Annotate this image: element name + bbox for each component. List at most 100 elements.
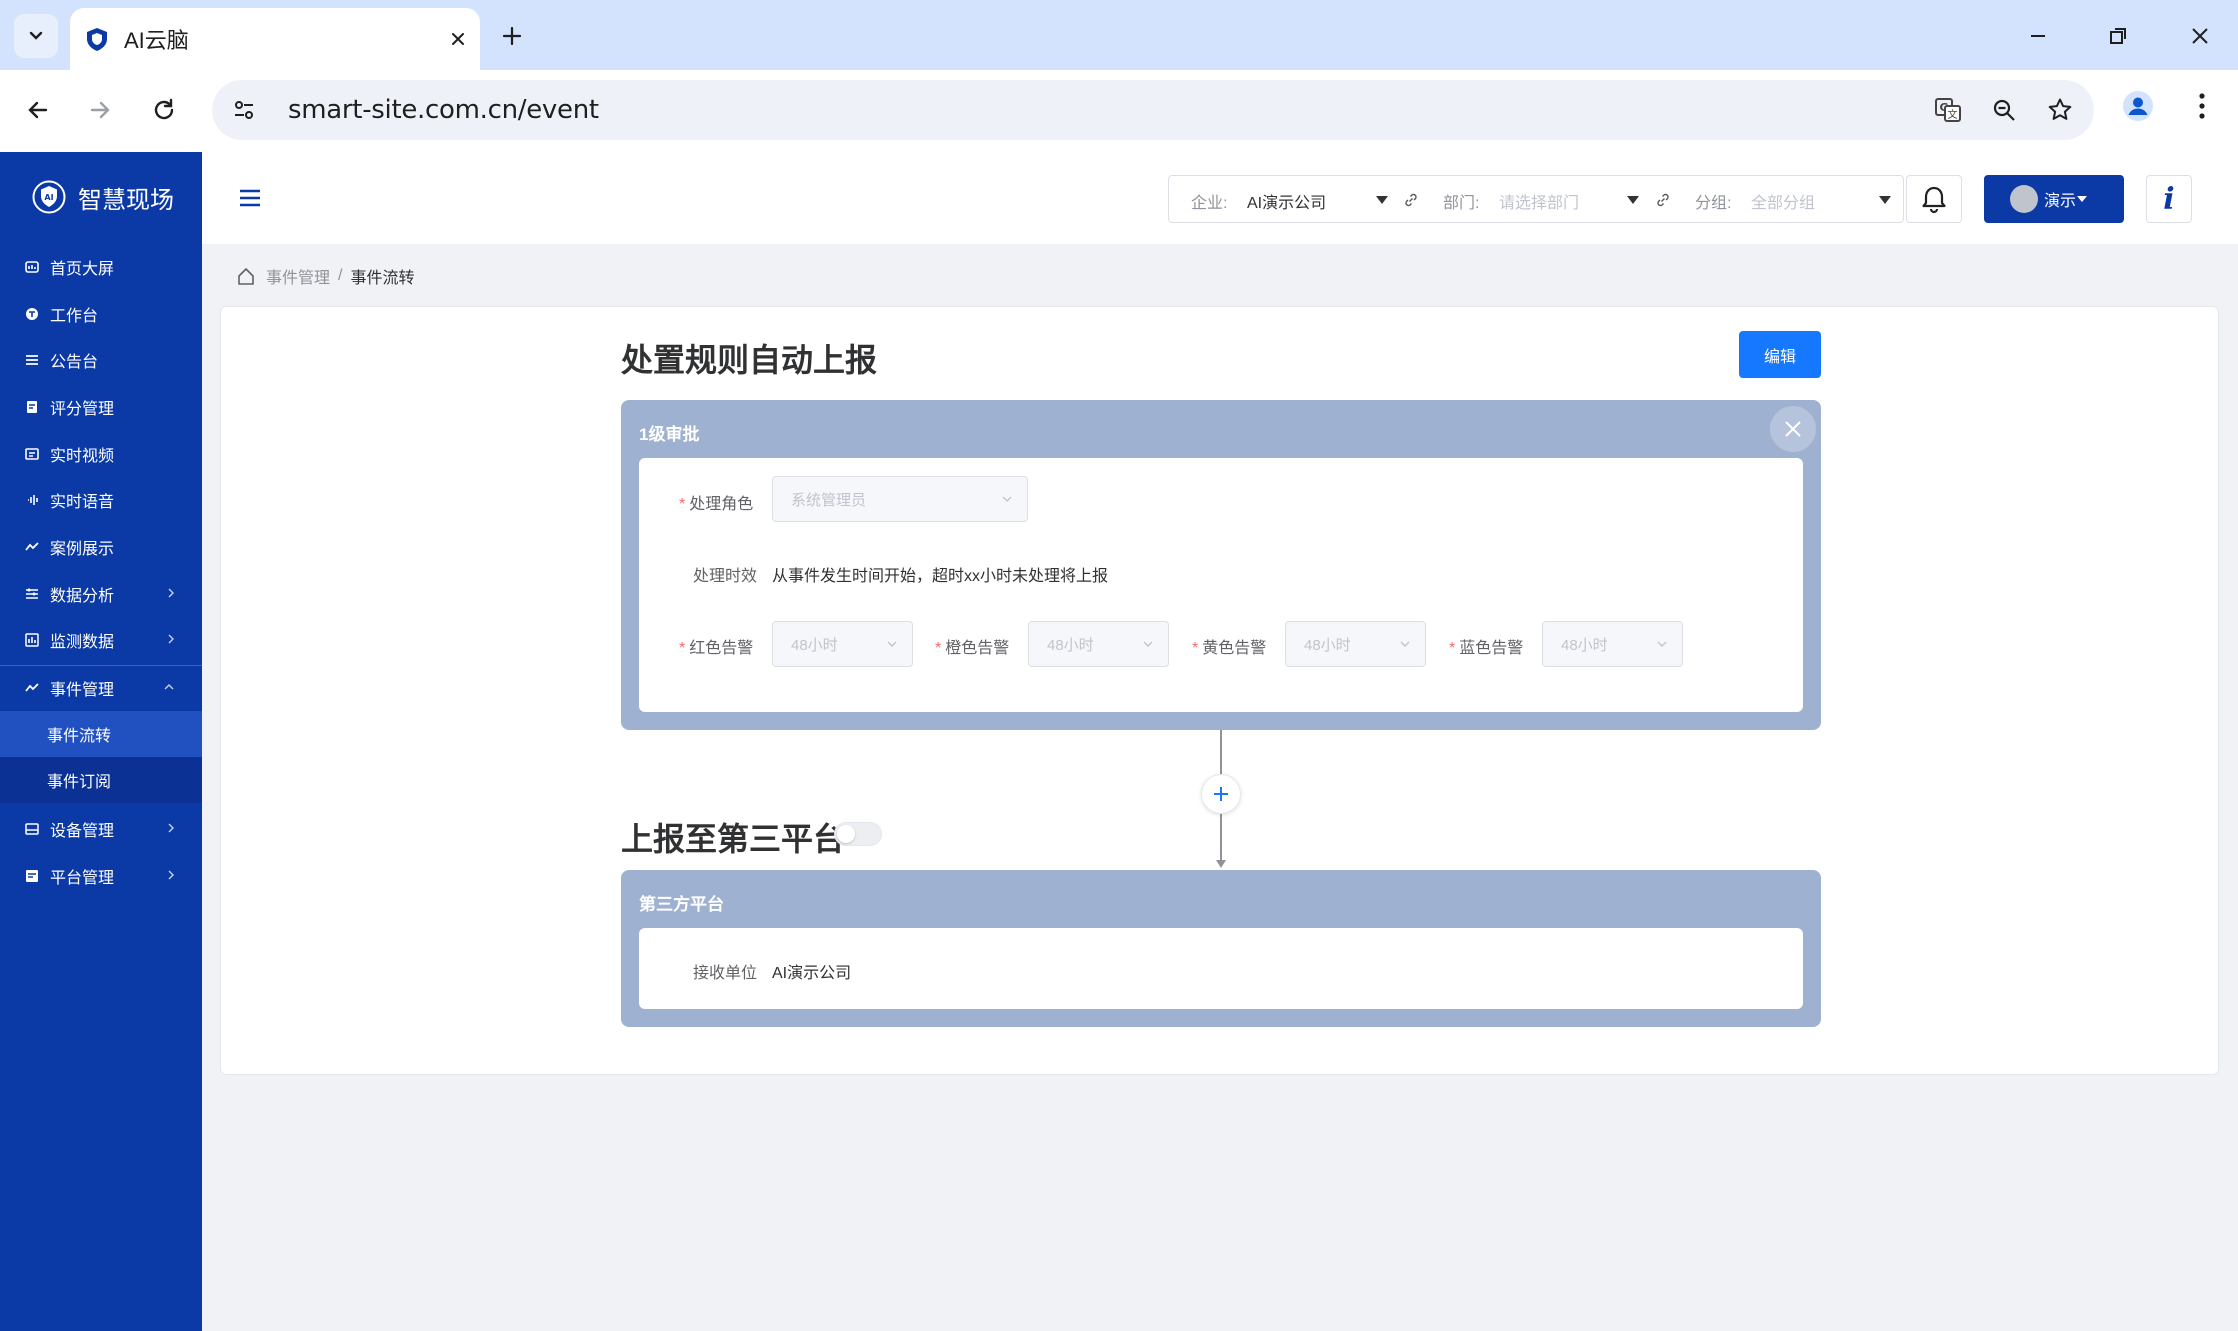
close-window-button[interactable] [2180, 20, 2220, 52]
remove-level-button[interactable] [1770, 406, 1816, 452]
sidebar-subitem-event-subscribe[interactable]: 事件订阅 [0, 757, 202, 803]
caret-down-icon [1376, 196, 1388, 204]
breadcrumb-parent[interactable]: 事件管理 [266, 264, 330, 288]
orange-alert-value: 48小时 [1047, 636, 1094, 654]
sidebar-item-dashboard[interactable]: 首页大屏 [0, 244, 202, 290]
dept-select[interactable]: 请选择部门 [1499, 189, 1579, 213]
sidebar-item-video[interactable]: 实时视频 [0, 431, 202, 477]
orange-alert-select[interactable]: 48小时 [1028, 621, 1169, 667]
info-button[interactable]: i [2146, 175, 2192, 223]
notice-icon [24, 352, 40, 368]
sidebar-item-label: 首页大屏 [50, 261, 115, 278]
monitor-icon [24, 632, 40, 648]
plus-icon [502, 26, 522, 46]
shield-favicon-icon [87, 28, 107, 51]
approval-level-title: 1级审批 [639, 425, 700, 444]
toggle-knob [837, 825, 855, 843]
third-party-panel: 第三方平台 接收单位 AI演示公司 [621, 870, 1821, 1027]
svg-text:AI: AI [44, 193, 53, 202]
notification-button[interactable] [1906, 175, 1962, 223]
translate-button[interactable]: G文 [1920, 82, 1976, 138]
browser-tab[interactable]: AI云脑 [70, 8, 480, 70]
zoom-button[interactable] [1976, 82, 2032, 138]
voice-icon [24, 492, 40, 508]
rules-title: 处置规则自动上报 [621, 342, 878, 378]
chevron-down-icon [1657, 641, 1667, 647]
group-label: 分组: [1695, 195, 1732, 212]
forward-button[interactable] [80, 90, 120, 130]
tab-search-button[interactable] [14, 14, 58, 58]
sidebar-item-device[interactable]: 设备管理 [0, 806, 202, 852]
org-filter-bar: 企业: AI演示公司 部门: 请选择部门 分组: 全部分组 [1168, 175, 1904, 223]
browser-menu-button[interactable] [2184, 86, 2220, 126]
role-label: * 处理角色 [679, 496, 754, 513]
sidebar-item-notice[interactable]: 公告台 [0, 337, 202, 383]
menu-toggle-button[interactable] [236, 184, 264, 212]
device-icon [24, 821, 40, 837]
close-tab-icon[interactable] [450, 31, 466, 47]
role-select[interactable]: 系统管理员 [772, 476, 1028, 522]
timeliness-text: 从事件发生时间开始，超时xx小时未处理将上报 [772, 568, 1109, 585]
required-mark: * [679, 640, 686, 657]
link-icon [1657, 193, 1669, 207]
bookmark-button[interactable] [2032, 82, 2088, 138]
required-mark: * [935, 640, 942, 657]
minimize-button[interactable] [2018, 20, 2058, 52]
sidebar-item-score[interactable]: 评分管理 [0, 384, 202, 430]
sidebar-item-label: 案例展示 [50, 541, 115, 558]
reload-button[interactable] [144, 90, 184, 130]
link-icon [1405, 193, 1417, 207]
profile-icon [2123, 91, 2153, 121]
case-icon [24, 539, 40, 555]
sidebar-item-case[interactable]: 案例展示 [0, 524, 202, 570]
zoom-out-icon [1993, 99, 2015, 121]
add-level-button[interactable] [1201, 774, 1241, 814]
yellow-alert-select[interactable]: 48小时 [1285, 621, 1426, 667]
event-icon [24, 680, 40, 696]
blue-alert-select[interactable]: 48小时 [1542, 621, 1683, 667]
shield-logo-icon: AI [32, 180, 66, 214]
url-text[interactable]: smart-site.com.cn/event [288, 95, 1920, 125]
sidebar-item-label: 实时语音 [50, 494, 115, 511]
third-party-panel-title: 第三方平台 [639, 895, 724, 914]
red-alert-value: 48小时 [791, 636, 838, 654]
company-label: 企业: [1191, 195, 1228, 212]
sidebar-item-event[interactable]: 事件管理 [0, 665, 202, 711]
tab-title: AI云脑 [124, 28, 189, 53]
orange-alert-label: * 橙色告警 [935, 640, 1010, 657]
sidebar-item-analysis[interactable]: 数据分析 [0, 571, 202, 617]
company-select[interactable]: AI演示公司 [1247, 189, 1326, 213]
red-alert-select[interactable]: 48小时 [772, 621, 913, 667]
restore-button[interactable] [2098, 20, 2138, 52]
new-tab-button[interactable] [496, 20, 528, 52]
sidebar-item-workbench[interactable]: 工作台 [0, 291, 202, 337]
receiver-label: 接收单位 [693, 965, 758, 982]
site-settings-button[interactable] [216, 82, 272, 138]
dashboard-icon [24, 259, 40, 275]
avatar [2010, 185, 2038, 213]
yellow-alert-label: * 黄色告警 [1192, 640, 1267, 657]
back-button[interactable] [18, 90, 58, 130]
bell-icon [1922, 186, 1946, 214]
brand[interactable]: AI 智慧现场 [0, 152, 202, 242]
edit-button[interactable]: 编辑 [1739, 331, 1821, 378]
sidebar-item-label: 数据分析 [50, 588, 115, 605]
profile-button[interactable] [2118, 86, 2158, 126]
tune-icon [235, 101, 253, 119]
sidebar-item-platform[interactable]: 平台管理 [0, 853, 202, 899]
red-alert-label: * 红色告警 [679, 640, 754, 657]
sidebar-item-voice[interactable]: 实时语音 [0, 477, 202, 523]
sidebar-subitem-event-flow[interactable]: 事件流转 [0, 711, 202, 757]
blue-alert-value: 48小时 [1561, 636, 1608, 654]
group-select[interactable]: 全部分组 [1751, 189, 1815, 213]
breadcrumb: 事件管理 / 事件流转 [236, 262, 414, 290]
sidebar-item-label: 事件管理 [50, 682, 115, 699]
chevron-down-icon [29, 31, 43, 40]
sidebar-item-monitor[interactable]: 监测数据 [0, 617, 202, 663]
address-bar[interactable]: smart-site.com.cn/event G文 [212, 80, 2094, 140]
user-menu-button[interactable]: 演示 [1984, 175, 2124, 223]
dept-label: 部门: [1443, 195, 1480, 212]
required-mark: * [1192, 640, 1199, 657]
home-icon[interactable] [236, 266, 256, 286]
restore-icon [2110, 28, 2126, 44]
